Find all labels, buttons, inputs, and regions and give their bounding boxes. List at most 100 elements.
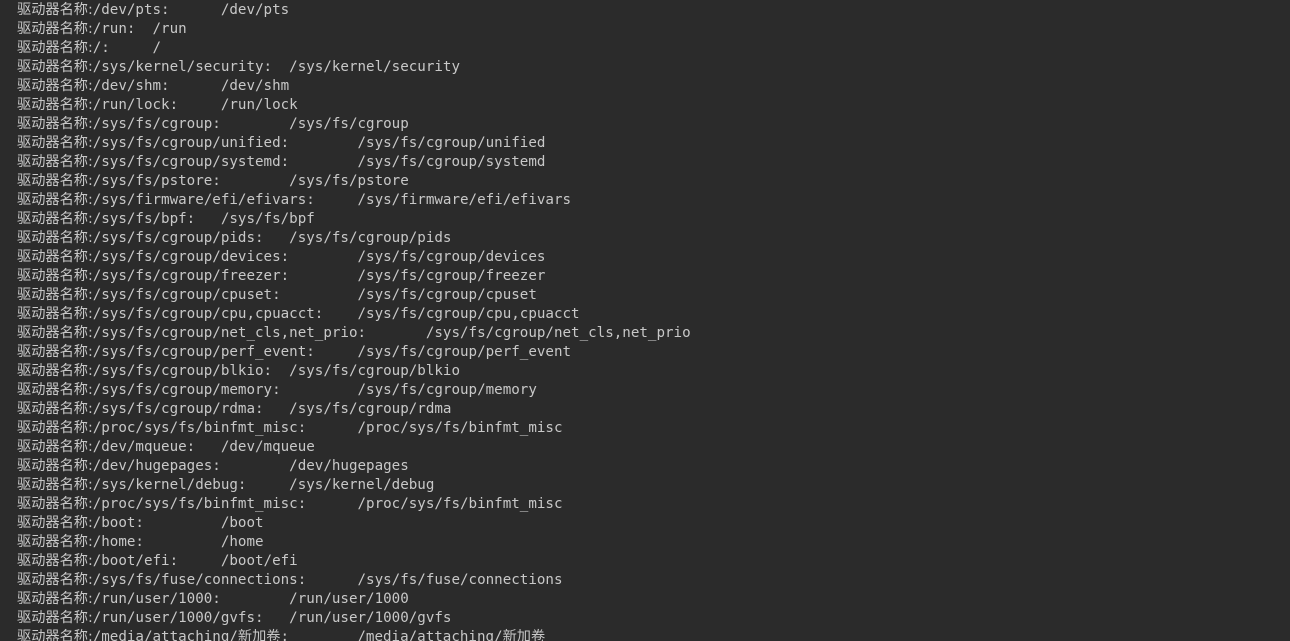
drive-name-label: 驱动器名称:: [17, 382, 93, 398]
mount-path-text: /sys/fs/bpf: /sys/fs/bpf: [92, 211, 315, 227]
drive-name-label: 驱动器名称:: [17, 78, 93, 94]
drive-name-label: 驱动器名称:: [17, 2, 93, 18]
mount-path-text: /sys/fs/cgroup/devices: /sys/fs/cgroup/d…: [92, 249, 546, 265]
drive-name-label: 驱动器名称:: [17, 116, 93, 132]
drive-name-label: 驱动器名称:: [17, 496, 93, 512]
mount-path-text: /run/user/1000/gvfs: /run/user/1000/gvfs: [92, 610, 452, 626]
drive-name-label: 驱动器名称:: [17, 59, 93, 75]
output-line: 驱动器名称:/sys/fs/cgroup/cpuset: /sys/fs/cgr…: [17, 286, 691, 305]
drive-name-label: 驱动器名称:: [17, 21, 93, 37]
output-line: 驱动器名称:/sys/fs/cgroup/net_cls,net_prio: /…: [17, 324, 691, 343]
mount-path-text: /sys/fs/cgroup/unified: /sys/fs/cgroup/u…: [92, 135, 546, 151]
mount-path-text: /boot: /boot: [92, 515, 264, 531]
mount-path-text: /dev/pts: /dev/pts: [92, 2, 290, 18]
drive-name-label: 驱动器名称:: [17, 154, 93, 170]
output-line: 驱动器名称:/boot/efi: /boot/efi: [17, 552, 691, 571]
mount-path-text: /sys/fs/cgroup/pids: /sys/fs/cgroup/pids: [92, 230, 452, 246]
output-line: 驱动器名称:/run/lock: /run/lock: [17, 96, 691, 115]
output-line: 驱动器名称:/sys/fs/cgroup/unified: /sys/fs/cg…: [17, 134, 691, 153]
output-line: 驱动器名称:/dev/hugepages: /dev/hugepages: [17, 457, 691, 476]
drive-name-label: 驱动器名称:: [17, 173, 93, 189]
terminal-output: 驱动器名称:/dev/pts: /dev/pts 驱动器名称:/run: /run…: [0, 0, 1290, 641]
mount-path-text: /sys/fs/cgroup/net_cls,net_prio: /sys/fs…: [92, 325, 691, 341]
mount-path-text: /run: /run: [92, 21, 187, 37]
mount-path-text: /sys/fs/cgroup/blkio: /sys/fs/cgroup/blk…: [92, 363, 461, 379]
mount-path-text: /sys/fs/cgroup/systemd: /sys/fs/cgroup/s…: [92, 154, 546, 170]
drive-name-label: 驱动器名称:: [17, 287, 93, 303]
output-line: 驱动器名称:/sys/fs/cgroup/freezer: /sys/fs/cg…: [17, 267, 691, 286]
drive-name-label: 驱动器名称:: [17, 610, 93, 626]
output-line: 驱动器名称:/: /: [17, 39, 691, 58]
mount-path-text: /sys/fs/cgroup/rdma: /sys/fs/cgroup/rdma: [92, 401, 452, 417]
mount-path-text: /media/attaching/新加卷: /media/attaching/新…: [92, 629, 546, 641]
drive-name-label: 驱动器名称:: [17, 97, 93, 113]
mount-path-text: /proc/sys/fs/binfmt_misc: /proc/sys/fs/b…: [92, 496, 563, 512]
drive-name-label: 驱动器名称:: [17, 591, 93, 607]
drive-name-label: 驱动器名称:: [17, 192, 93, 208]
output-line: 驱动器名称:/sys/kernel/debug: /sys/kernel/deb…: [17, 476, 691, 495]
output-line: 驱动器名称:/sys/fs/cgroup: /sys/fs/cgroup: [17, 115, 691, 134]
output-line: 驱动器名称:/boot: /boot: [17, 514, 691, 533]
output-line: 驱动器名称:/proc/sys/fs/binfmt_misc: /proc/sy…: [17, 495, 691, 514]
output-line: 驱动器名称:/run/user/1000/gvfs: /run/user/100…: [17, 609, 691, 628]
drive-name-label: 驱动器名称:: [17, 230, 93, 246]
drive-name-label: 驱动器名称:: [17, 344, 93, 360]
output-line: 驱动器名称:/sys/fs/cgroup/pids: /sys/fs/cgrou…: [17, 229, 691, 248]
drive-name-label: 驱动器名称:: [17, 515, 93, 531]
mount-path-text: /sys/firmware/efi/efivars: /sys/firmware…: [92, 192, 572, 208]
drive-name-label: 驱动器名称:: [17, 211, 93, 227]
mount-path-text: /dev/shm: /dev/shm: [92, 78, 290, 94]
mount-path-text: /run/user/1000: /run/user/1000: [92, 591, 409, 607]
output-line: 驱动器名称:/sys/firmware/efi/efivars: /sys/fi…: [17, 191, 691, 210]
mount-path-text: /sys/kernel/security: /sys/kernel/securi…: [92, 59, 461, 75]
mount-path-text: /boot/efi: /boot/efi: [92, 553, 298, 569]
mount-path-text: /sys/fs/fuse/connections: /sys/fs/fuse/c…: [92, 572, 563, 588]
drive-name-label: 驱动器名称:: [17, 306, 93, 322]
mount-path-text: /run/lock: /run/lock: [92, 97, 298, 113]
mount-path-text: /dev/hugepages: /dev/hugepages: [92, 458, 409, 474]
mount-path-text: /home: /home: [92, 534, 264, 550]
output-line: 驱动器名称:/sys/fs/fuse/connections: /sys/fs/…: [17, 571, 691, 590]
output-line: 驱动器名称:/dev/pts: /dev/pts: [17, 1, 691, 20]
drive-name-label: 驱动器名称:: [17, 420, 93, 436]
drive-name-label: 驱动器名称:: [17, 325, 93, 341]
drive-name-label: 驱动器名称:: [17, 363, 93, 379]
output-lines: 驱动器名称:/dev/pts: /dev/pts 驱动器名称:/run: /run…: [17, 1, 691, 641]
drive-name-label: 驱动器名称:: [17, 553, 93, 569]
mount-path-text: /sys/fs/cgroup/cpu,cpuacct: /sys/fs/cgro…: [92, 306, 580, 322]
drive-name-label: 驱动器名称:: [17, 40, 93, 56]
mount-path-text: /dev/mqueue: /dev/mqueue: [92, 439, 315, 455]
output-line: 驱动器名称:/sys/fs/bpf: /sys/fs/bpf: [17, 210, 691, 229]
drive-name-label: 驱动器名称:: [17, 135, 93, 151]
output-line: 驱动器名称:/run/user/1000: /run/user/1000: [17, 590, 691, 609]
mount-path-text: /proc/sys/fs/binfmt_misc: /proc/sys/fs/b…: [92, 420, 563, 436]
output-line: 驱动器名称:/sys/fs/cgroup/memory: /sys/fs/cgr…: [17, 381, 691, 400]
output-line: 驱动器名称:/sys/fs/cgroup/cpu,cpuacct: /sys/f…: [17, 305, 691, 324]
mount-path-text: /sys/fs/cgroup/perf_event: /sys/fs/cgrou…: [92, 344, 572, 360]
drive-name-label: 驱动器名称:: [17, 458, 93, 474]
output-line: 驱动器名称:/sys/fs/cgroup/devices: /sys/fs/cg…: [17, 248, 691, 267]
output-line: 驱动器名称:/sys/kernel/security: /sys/kernel/…: [17, 58, 691, 77]
mount-path-text: /sys/fs/cgroup/memory: /sys/fs/cgroup/me…: [92, 382, 537, 398]
drive-name-label: 驱动器名称:: [17, 629, 93, 641]
output-line: 驱动器名称:/sys/fs/pstore: /sys/fs/pstore: [17, 172, 691, 191]
output-line: 驱动器名称:/sys/fs/cgroup/rdma: /sys/fs/cgrou…: [17, 400, 691, 419]
output-line: 驱动器名称:/media/attaching/新加卷: /media/attac…: [17, 628, 691, 641]
drive-name-label: 驱动器名称:: [17, 534, 93, 550]
mount-path-text: /sys/fs/cgroup: /sys/fs/cgroup: [92, 116, 409, 132]
output-line: 驱动器名称:/dev/mqueue: /dev/mqueue: [17, 438, 691, 457]
mount-path-text: /: /: [92, 40, 162, 56]
drive-name-label: 驱动器名称:: [17, 249, 93, 265]
drive-name-label: 驱动器名称:: [17, 572, 93, 588]
mount-path-text: /sys/kernel/debug: /sys/kernel/debug: [92, 477, 435, 493]
output-line: 驱动器名称:/sys/fs/cgroup/systemd: /sys/fs/cg…: [17, 153, 691, 172]
drive-name-label: 驱动器名称:: [17, 439, 93, 455]
output-line: 驱动器名称:/home: /home: [17, 533, 691, 552]
mount-path-text: /sys/fs/cgroup/freezer: /sys/fs/cgroup/f…: [92, 268, 546, 284]
drive-name-label: 驱动器名称:: [17, 268, 93, 284]
output-line: 驱动器名称:/proc/sys/fs/binfmt_misc: /proc/sy…: [17, 419, 691, 438]
output-line: 驱动器名称:/run: /run: [17, 20, 691, 39]
mount-path-text: /sys/fs/pstore: /sys/fs/pstore: [92, 173, 409, 189]
output-line: 驱动器名称:/sys/fs/cgroup/blkio: /sys/fs/cgro…: [17, 362, 691, 381]
drive-name-label: 驱动器名称:: [17, 401, 93, 417]
